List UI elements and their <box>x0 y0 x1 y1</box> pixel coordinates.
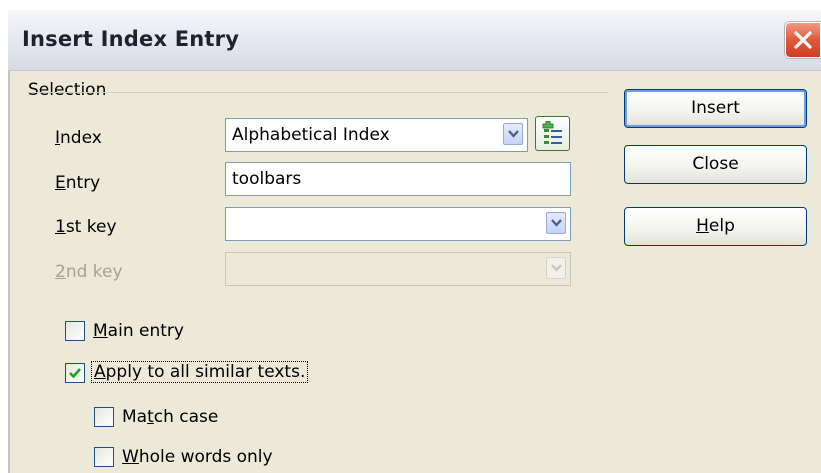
selection-group-label: Selection <box>28 80 115 100</box>
match-case-checkbox[interactable] <box>94 407 114 427</box>
chevron-down-icon <box>551 264 562 272</box>
insert-button[interactable]: Insert <box>624 89 807 128</box>
close-icon <box>794 31 812 49</box>
key1-dropdown-button[interactable] <box>546 212 566 234</box>
dialog-window: Insert Index Entry Selection Index Alpha… <box>8 10 821 473</box>
close-button[interactable]: Close <box>624 145 807 184</box>
dialog-body: Selection Index Alphabetical Index Entry <box>8 71 821 473</box>
match-case-label[interactable]: Match case <box>122 407 218 427</box>
apply-all-label[interactable]: Apply to all similar texts. <box>91 361 309 383</box>
checkmark-icon <box>69 368 81 379</box>
title-bar[interactable]: Insert Index Entry <box>8 10 821 71</box>
selection-group-divider <box>28 92 608 93</box>
help-button[interactable]: Help <box>624 207 807 246</box>
key1-combobox[interactable] <box>225 207 571 241</box>
new-index-button[interactable] <box>535 116 570 151</box>
index-dropdown-value: Alphabetical Index <box>232 125 390 145</box>
entry-input-value: toolbars <box>232 169 302 189</box>
main-entry-label[interactable]: Main entry <box>93 321 184 341</box>
new-user-defined-index-icon <box>542 121 562 144</box>
index-label: Index <box>55 128 102 148</box>
chevron-down-icon <box>508 130 519 138</box>
whole-words-label[interactable]: Whole words only <box>122 447 273 467</box>
dialog-title: Insert Index Entry <box>22 27 240 51</box>
key1-label: 1st key <box>55 217 117 237</box>
chevron-down-icon <box>551 219 562 227</box>
key2-combobox <box>225 252 571 286</box>
entry-input[interactable]: toolbars <box>225 162 571 196</box>
whole-words-checkbox[interactable] <box>94 447 114 467</box>
apply-all-checkbox[interactable] <box>65 363 85 383</box>
key2-dropdown-button <box>546 257 566 279</box>
index-dropdown-button[interactable] <box>503 123 523 145</box>
main-entry-checkbox[interactable] <box>65 321 85 341</box>
entry-label: Entry <box>55 173 101 193</box>
title-close-button[interactable] <box>785 22 821 58</box>
key2-label: 2nd key <box>55 262 123 282</box>
index-dropdown[interactable]: Alphabetical Index <box>225 118 528 152</box>
